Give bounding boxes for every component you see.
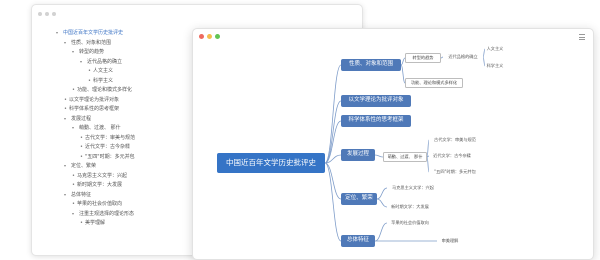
node-may-fourth[interactable]: "五四"时期：多元并包 [429,168,481,176]
expand-arrow-icon[interactable]: ▾ [64,190,71,200]
node-scientific-framework[interactable]: 科学体系性的思考框架 [341,115,411,127]
connector-line [376,187,388,200]
node-development[interactable]: 发展过程 [341,149,375,161]
node-transformation[interactable]: 转型的趋势 [405,53,441,63]
outline-item[interactable]: ▾ 性质、对象和范围 [64,38,111,48]
outline-item-label: 萌動、过渡、 那什 [79,125,121,131]
expand-arrow-icon[interactable]: ▾ [56,28,63,38]
outline-item[interactable]: • 人文主义 [88,66,113,76]
outline-item-label: 注重主观选择的理论形态 [79,210,135,217]
connector-line [374,222,388,242]
outline-item-label: 美学理解 [85,220,106,226]
outline-item[interactable]: • 苹果的社会价值取向 [72,199,122,209]
outline-item-label: 性质、对象和范围 [71,39,112,46]
node-literary-theory-object[interactable]: 以文学理论为批评对象 [341,95,411,107]
expand-arrow-icon[interactable]: ▾ [72,47,79,57]
outline-item-label: 中国近百年文学历史批评史 [63,30,124,36]
node-germination[interactable]: 萌動、过渡、 那什 [383,152,427,162]
outline-item[interactable]: • "五四"时期：多元并包 [80,152,135,162]
node-marxist-literature[interactable]: 马克思主义文学：兴起 [387,184,439,192]
expand-arrow-icon[interactable]: ▾ [72,209,79,219]
outline-item[interactable]: • 科学主义 [88,76,113,86]
node-modern-character[interactable]: 近代品格的确立 [443,53,483,61]
outline-item-label: 人文主义 [93,68,114,74]
outline-item[interactable]: ▾ 转型的趋势 [72,47,104,57]
outline-item-label: 新时期文学：大发展 [77,182,123,188]
expand-arrow-icon[interactable]: ▾ [80,57,87,67]
outline-item[interactable]: • 马克思主义文学：兴起 [72,171,127,181]
node-new-era-literature[interactable]: 新时期文学：大发展 [387,203,433,211]
connector-line [376,198,388,208]
outline-item-label: 近代品格的确立 [87,58,123,65]
outline-item-label: 发展过程 [71,115,92,122]
outline-item[interactable]: ▾ 定位、繁荣 [64,161,96,171]
outline-item[interactable]: • 古代文学：审美与规范 [80,133,135,143]
root-node[interactable]: 中国近百年文学历史批评史 [217,153,325,173]
connector-line [324,162,342,242]
outline-item[interactable]: ▾ 注重主观选择的理论形态 [72,209,134,219]
expand-arrow-icon[interactable]: ▾ [64,38,71,48]
outline-item[interactable]: • 新时期文学：大发展 [72,180,122,190]
expand-arrow-icon[interactable]: ▾ [72,123,79,133]
outline-item-label: 以文学理论为批评对象 [69,96,120,103]
node-aesthetic-understanding[interactable]: 审美理解 [437,237,463,245]
outline-item[interactable]: • 近代文学：古今杂糅 [80,142,130,152]
outline-item[interactable]: ▾ 发展过程 [64,114,91,124]
outline-item[interactable]: ▾ 中国近百年文学历史批评史 [56,28,123,38]
connector-line [324,162,342,200]
outline-item[interactable]: • 功能、理论和模式多样化 [72,85,132,95]
outline-item-label: 转型的趋势 [79,49,105,55]
node-modern-literature[interactable]: 近代文学：古今杂糅 [429,152,475,160]
outline-item[interactable]: • 美学理解 [80,218,105,228]
node-nature[interactable]: 性质、对象和范围 [341,59,401,71]
outline-item-label: 科学体系性的思考框架 [69,106,120,112]
outline-item-label: 马克思主义文学：兴起 [77,172,128,179]
outline-item[interactable]: ▾ 萌動、过渡、 那什 [72,123,121,133]
expand-arrow-icon[interactable]: ▾ [64,114,71,124]
connector-line [324,64,342,164]
node-diversification[interactable]: 功能、理论和模式多样化 [405,78,463,88]
outline-item-label: 近代文学：古今杂糅 [85,144,131,150]
outline-item-label: 总体特征 [71,191,92,198]
node-humanism[interactable]: 人文主义 [485,45,505,53]
outline-item[interactable]: ▾ 近代品格的确立 [80,57,122,67]
outline-item-label: 苹果的社会价值取向 [77,201,123,207]
node-social-value[interactable]: 苹果的社会价值取向 [387,219,433,227]
connector-line [324,120,342,164]
expand-arrow-icon[interactable]: ▾ [64,161,71,171]
node-positioning[interactable]: 定位、繁荣 [341,193,377,205]
outline-item-label: 古代文学：审美与规范 [85,134,136,141]
outline-item-label: 科学主义 [93,77,114,84]
outline-item[interactable]: • 以文学理论为批评对象 [64,95,119,105]
window-controls[interactable] [38,12,56,16]
connector-line [374,154,384,158]
node-ancient-literature[interactable]: 古代文学：审美与规范 [429,136,481,144]
outline-item-label: 功能、理论和模式多样化 [77,87,133,93]
outline-item-label: "五四"时期：多元并包 [85,153,135,160]
node-scientism[interactable]: 科学主义 [485,62,505,70]
node-overall-features[interactable]: 总体特征 [341,235,375,247]
outline-item[interactable]: • 科学体系性的思考框架 [64,104,119,114]
outline-item-label: 定位、繁荣 [71,163,97,169]
outline-item[interactable]: ▾ 总体特征 [64,190,91,200]
mindmap-window: 中国近百年文学历史批评史 性质、对象和范围 转型的趋势 近代品格的确立 人文主义… [192,28,594,260]
